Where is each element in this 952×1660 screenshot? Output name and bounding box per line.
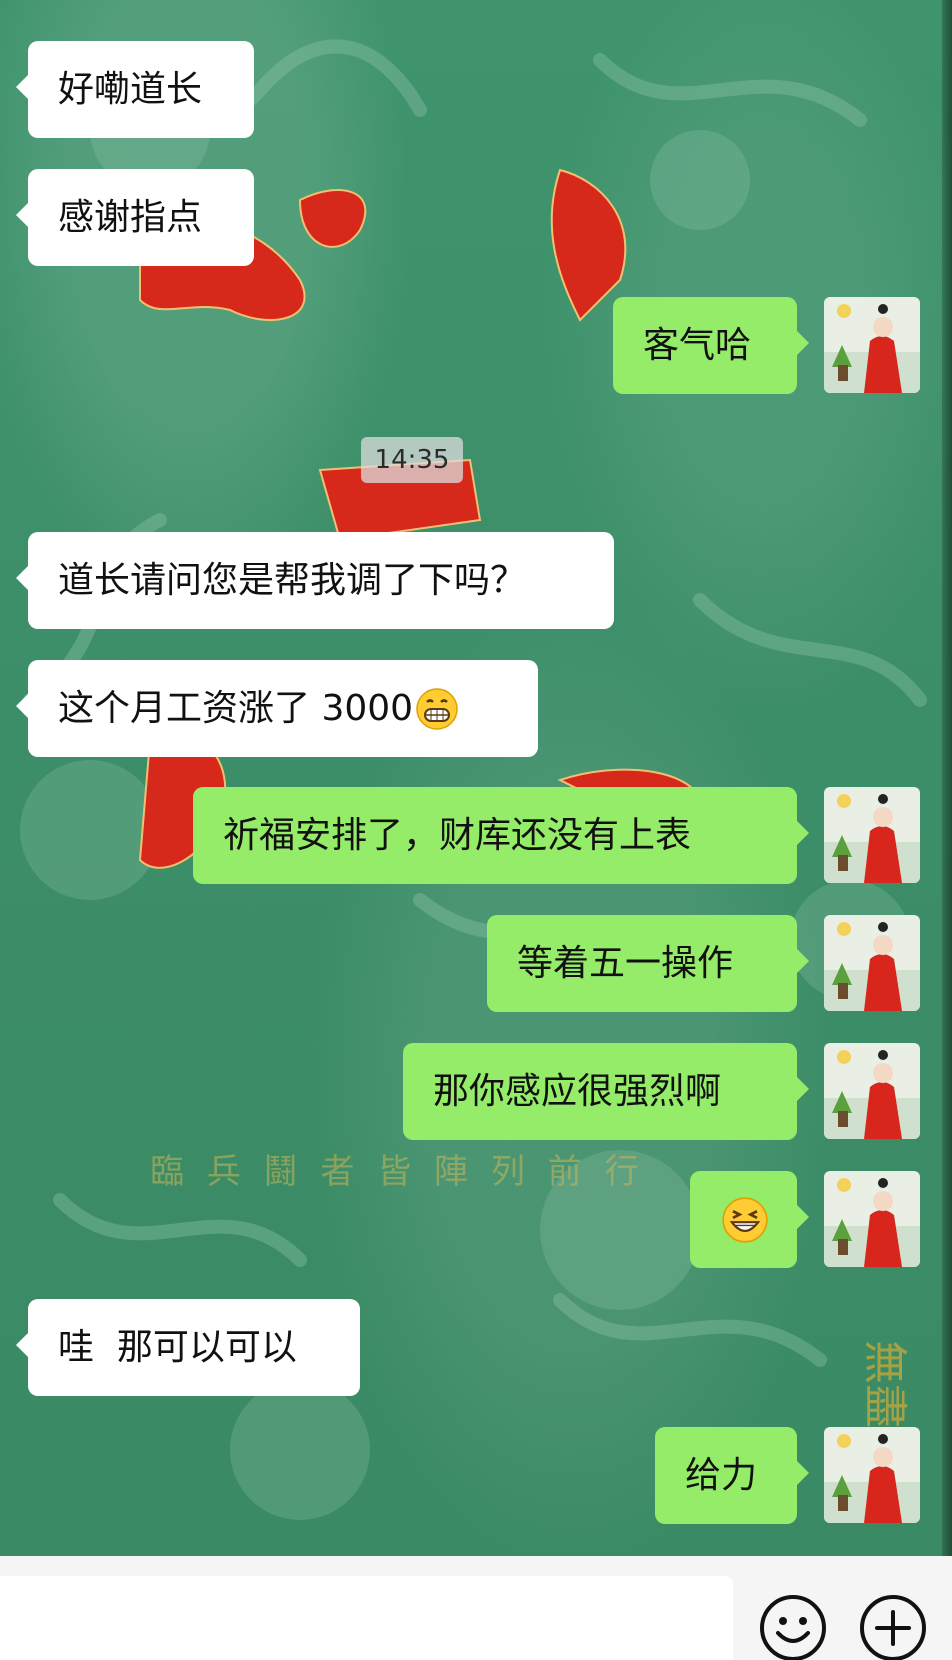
avatar-image — [824, 1171, 920, 1267]
avatar[interactable] — [824, 915, 920, 1011]
message-text: 那你感应很强烈啊 — [433, 1070, 722, 1112]
scroll-edge — [942, 0, 952, 1556]
avatar[interactable] — [824, 787, 920, 883]
message-input[interactable] — [0, 1576, 733, 1660]
grinning-squinting-face-icon — [721, 1196, 768, 1243]
avatar-image — [824, 1043, 920, 1139]
message-text: 客气哈 — [643, 324, 752, 366]
more-button[interactable] — [858, 1593, 928, 1660]
message-bubble-incoming[interactable]: 道长请问您是帮我调了下吗？ — [16, 532, 614, 629]
message-text: 等着五一操作 — [517, 942, 734, 984]
message-bubble-outgoing[interactable]: 客气哈 — [613, 297, 809, 394]
smiley-icon — [760, 1595, 826, 1660]
chat-screen: 臨 兵 鬪 者 皆 陣 列 前 行 無盡 14:35 好嘞道长 感谢指点 客气哈… — [0, 0, 952, 1660]
grinning-face-with-teeth-icon — [416, 687, 458, 730]
avatar-image — [824, 915, 920, 1011]
message-text: 这个月工资涨了 3000 — [58, 687, 414, 729]
message-text: 给力 — [685, 1454, 758, 1496]
chat-input-bar — [0, 1556, 952, 1660]
message-bubble-outgoing[interactable]: 等着五一操作 — [487, 915, 809, 1012]
avatar-image — [824, 787, 920, 883]
message-bubble-outgoing[interactable] — [690, 1171, 809, 1268]
message-bubble-incoming[interactable]: 这个月工资涨了 3000 — [16, 660, 538, 757]
message-text: 道长请问您是帮我调了下吗？ — [58, 559, 527, 601]
avatar-image — [824, 297, 920, 393]
avatar[interactable] — [824, 1171, 920, 1267]
plus-circle-icon — [860, 1595, 926, 1660]
avatar-image — [824, 1427, 920, 1523]
avatar[interactable] — [824, 297, 920, 393]
message-bubble-incoming[interactable]: 感谢指点 — [16, 169, 254, 266]
message-bubble-incoming[interactable]: 哇 那可以可以 — [16, 1299, 360, 1396]
message-text: 感谢指点 — [58, 196, 203, 238]
message-bubble-outgoing[interactable]: 祈福安排了，财库还没有上表 — [193, 787, 809, 884]
message-text: 好嘞道长 — [58, 68, 203, 110]
message-bubble-incoming[interactable]: 好嘞道长 — [16, 41, 254, 138]
avatar[interactable] — [824, 1427, 920, 1523]
emoji-button[interactable] — [758, 1593, 828, 1660]
avatar[interactable] — [824, 1043, 920, 1139]
wallpaper-signature: 無盡 — [859, 1340, 910, 1428]
wallpaper-text: 臨 兵 鬪 者 皆 陣 列 前 行 — [150, 1152, 644, 1192]
chat-timestamp: 14:35 — [361, 437, 463, 483]
message-text: 哇 那可以可以 — [58, 1326, 297, 1368]
message-bubble-outgoing[interactable]: 那你感应很强烈啊 — [403, 1043, 809, 1140]
message-text: 祈福安排了，财库还没有上表 — [223, 814, 692, 856]
message-bubble-outgoing[interactable]: 给力 — [655, 1427, 809, 1524]
